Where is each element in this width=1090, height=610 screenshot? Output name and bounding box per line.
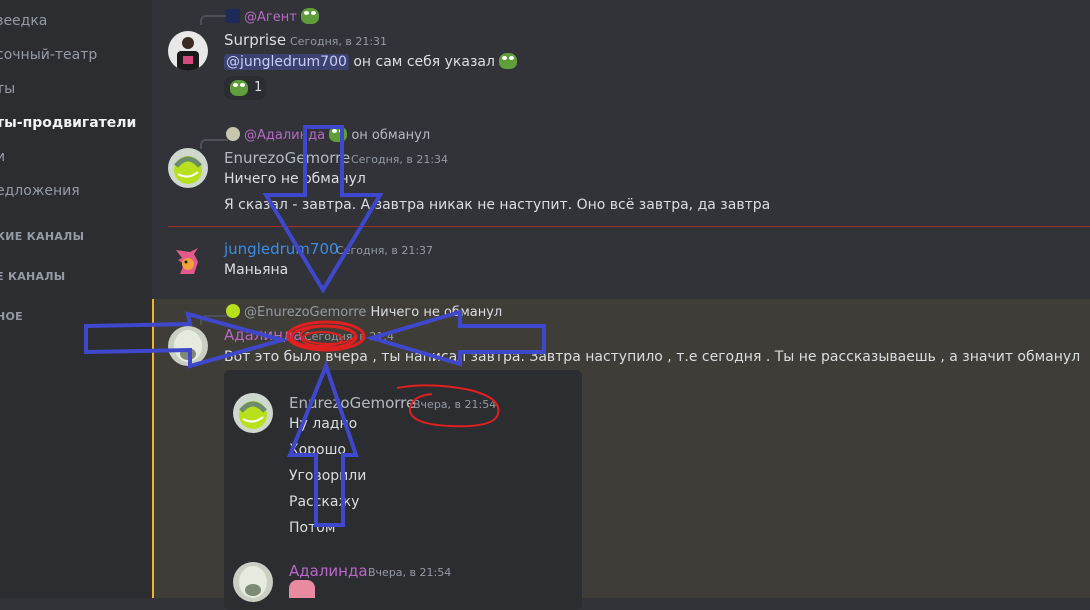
arrow-right-icon [84, 311, 290, 369]
red-scribble-circle [286, 320, 366, 352]
arrow-left-icon [364, 309, 546, 367]
arrow-up-icon [287, 360, 359, 527]
red-scribble-underline [396, 384, 500, 428]
arrow-down-icon [262, 125, 384, 294]
annotation-overlay [84, 125, 546, 527]
